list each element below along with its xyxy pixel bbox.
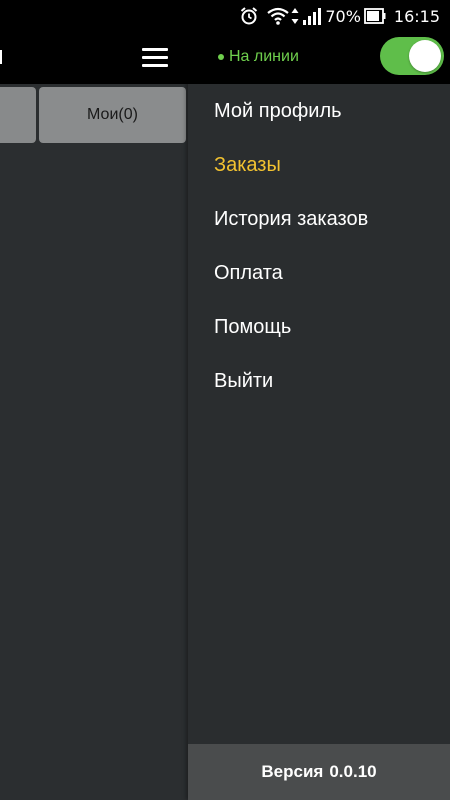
tab-other[interactable] (0, 87, 36, 143)
battery-icon (363, 8, 386, 24)
clock: 16:15 (393, 6, 440, 26)
online-status: На линии (218, 48, 299, 66)
alarm-icon (239, 6, 259, 26)
drawer-header: На линии (188, 32, 450, 84)
version-number: 0.0.10 (329, 762, 377, 781)
screen: 70% 16:15 Мои(0) На линии Мой профиль За… (0, 0, 450, 800)
toolbar-title-fragment (0, 50, 2, 64)
menu-icon[interactable] (142, 48, 168, 68)
data-arrows-icon (291, 7, 299, 25)
navigation-drawer: На линии Мой профиль Заказы История зака… (188, 32, 450, 800)
drawer-menu: Мой профиль Заказы История заказов Оплат… (188, 84, 450, 408)
menu-item-payment[interactable]: Оплата (188, 246, 450, 300)
menu-item-help[interactable]: Помощь (188, 300, 450, 354)
online-status-label: На линии (229, 48, 299, 65)
online-dot-icon (218, 54, 224, 60)
toggle-knob (409, 40, 441, 72)
version-bar: Версия 0.0.10 (188, 744, 450, 800)
wifi-icon (267, 7, 290, 25)
menu-item-profile[interactable]: Мой профиль (188, 84, 450, 138)
battery-percent: 70% (325, 6, 361, 26)
signal-icon (303, 7, 322, 25)
menu-item-orders[interactable]: Заказы (188, 138, 450, 192)
status-bar: 70% 16:15 (0, 0, 450, 32)
online-toggle[interactable] (380, 37, 444, 75)
main-toolbar (0, 32, 190, 84)
main-view: Мои(0) (0, 32, 190, 800)
menu-item-order-history[interactable]: История заказов (188, 192, 450, 246)
menu-item-logout[interactable]: Выйти (188, 354, 450, 408)
tab-mine[interactable]: Мои(0) (39, 87, 186, 143)
version-label: Версия (261, 762, 324, 781)
